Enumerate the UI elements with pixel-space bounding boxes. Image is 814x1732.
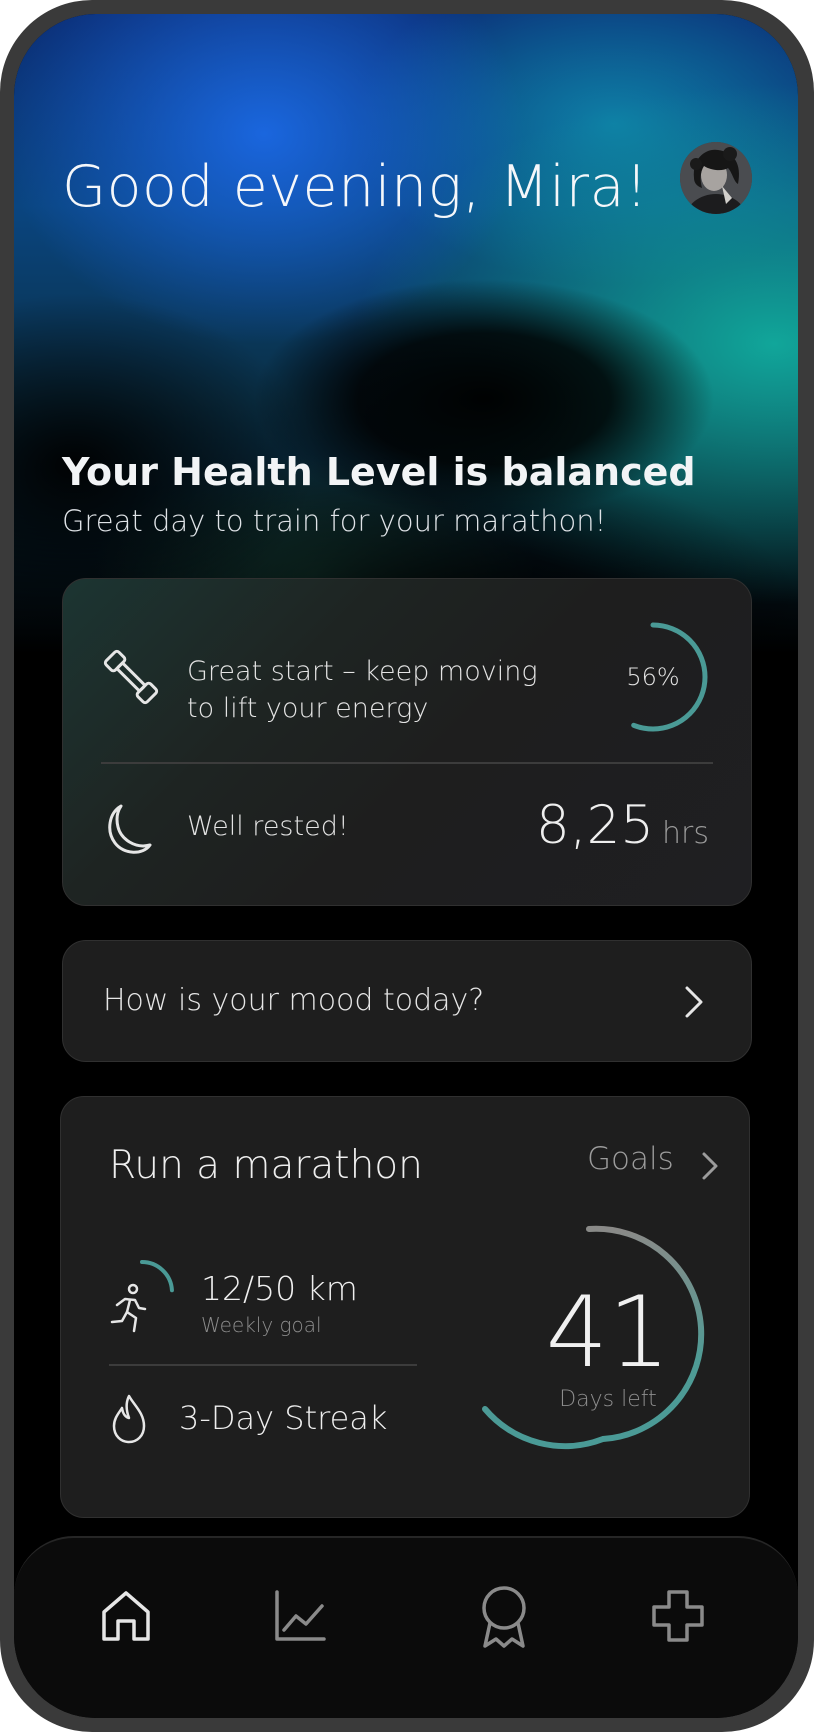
- sleep-message: Well rested!: [187, 811, 349, 842]
- activity-message: Great start – keep moving to lift your e…: [187, 653, 538, 727]
- activity-message-line2: to lift your energy: [187, 693, 429, 724]
- goal-title: Run a marathon: [109, 1143, 423, 1188]
- sleep-hours-unit: hrs: [662, 816, 709, 851]
- sleep-hours-value: 8,25: [536, 795, 655, 856]
- runner-icon: [109, 1281, 149, 1339]
- dumbbell-icon: [101, 647, 161, 711]
- goal-divider: [109, 1364, 417, 1366]
- days-left-label: Days left: [559, 1387, 657, 1412]
- health-level-subtitle: Great day to train for your marathon!: [62, 504, 607, 538]
- weekly-goal-label: Weekly goal: [201, 1313, 322, 1337]
- flame-icon: [109, 1393, 149, 1449]
- goals-link-label: Goals: [587, 1141, 674, 1177]
- greeting-title: Good evening, Mira!: [62, 154, 649, 220]
- medical-cross-icon[interactable]: [650, 1588, 706, 1648]
- chevron-right-icon[interactable]: [683, 985, 705, 1023]
- bottom-nav: [14, 1536, 798, 1718]
- activity-percent: 56%: [626, 663, 680, 691]
- weekly-distance: 12/50 km: [201, 1269, 358, 1308]
- home-icon[interactable]: [98, 1588, 154, 1648]
- avatar[interactable]: [680, 142, 752, 214]
- sleep-hours: 8,25 hrs: [536, 795, 709, 856]
- moon-icon: [103, 803, 153, 861]
- activity-message-line1: Great start – keep moving: [187, 656, 538, 687]
- daily-summary-card: Great start – keep moving to lift your e…: [62, 578, 752, 906]
- marathon-goal-card: Run a marathon Goals 12/50 km Weekly goa…: [60, 1096, 750, 1518]
- health-level-title: Your Health Level is balanced: [62, 450, 696, 494]
- chart-icon[interactable]: [272, 1588, 328, 1648]
- award-icon[interactable]: [476, 1584, 532, 1654]
- days-left-value: 41: [545, 1276, 671, 1390]
- phone-frame: Good evening, Mira! Your Health Level is…: [0, 0, 814, 1732]
- mood-prompt: How is your mood today?: [103, 983, 485, 1018]
- card-divider: [101, 762, 713, 764]
- aurora-background: [14, 14, 798, 654]
- mood-card[interactable]: How is your mood today?: [62, 940, 752, 1062]
- goals-chevron-icon[interactable]: [701, 1151, 719, 1185]
- app-screen: Good evening, Mira! Your Health Level is…: [14, 14, 798, 1718]
- streak-count: 3-Day Streak: [179, 1399, 388, 1437]
- goals-link[interactable]: Goals: [587, 1141, 674, 1177]
